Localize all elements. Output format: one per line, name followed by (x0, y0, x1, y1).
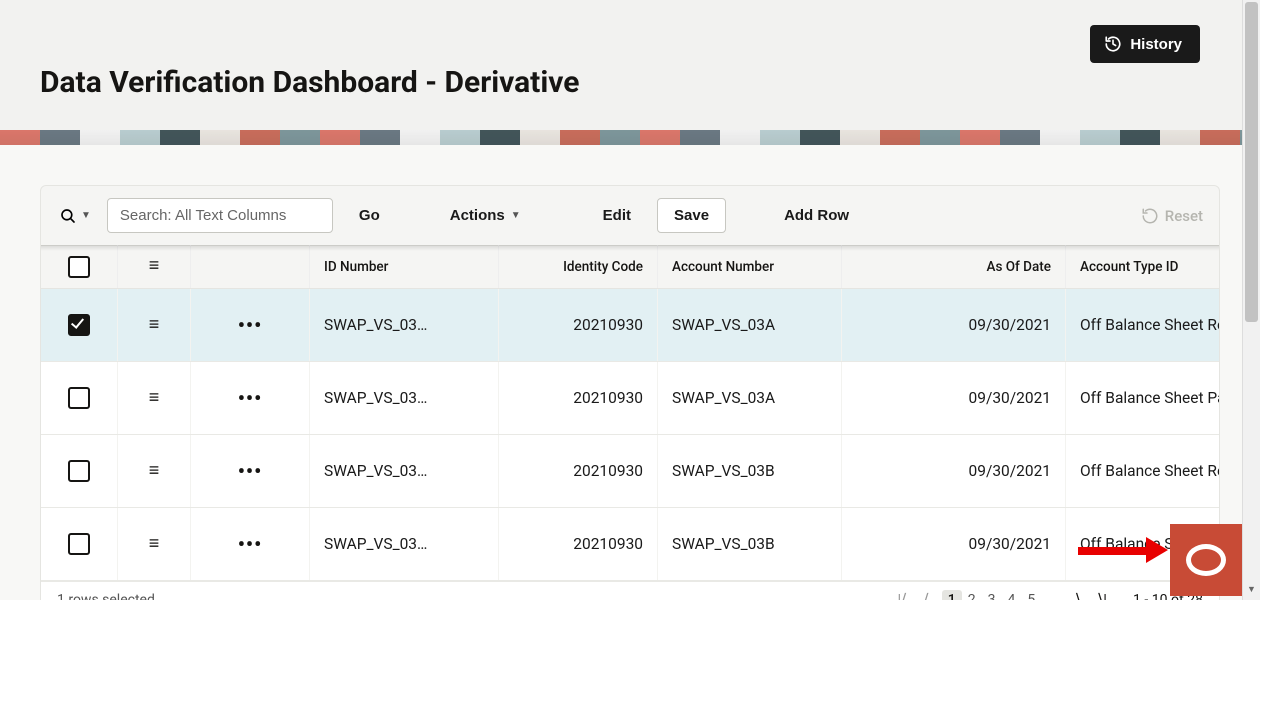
cell-as-of-date: 09/30/2021 (842, 435, 1066, 508)
row-checkbox[interactable] (68, 460, 90, 482)
toolbar: ▼ Go Actions ▼ Edit Save Add Row Reset (41, 186, 1219, 245)
cell-id-number: SWAP_VS_03… (310, 508, 499, 581)
table-row[interactable]: ••• SWAP_VS_03…20210930SWAP_VS_03A09/30/2… (41, 289, 1220, 362)
row-checkbox[interactable] (68, 314, 90, 336)
pager-first[interactable]: |⟨ (893, 590, 911, 600)
cell-account-type: Off Balance Sheet Payable (1066, 362, 1221, 435)
table-row[interactable]: ••• SWAP_VS_03…20210930SWAP_VS_03B09/30/2… (41, 435, 1220, 508)
page-header: History Data Verification Dashboard - De… (0, 0, 1260, 130)
save-button[interactable]: Save (657, 198, 726, 233)
row-checkbox[interactable] (68, 387, 90, 409)
scrollbar-thumb[interactable] (1245, 2, 1258, 322)
add-row-button[interactable]: Add Row (772, 199, 861, 232)
caret-down-icon: ▼ (81, 210, 91, 221)
cell-identity-code: 20210930 (499, 508, 658, 581)
reset-icon (1141, 207, 1159, 225)
cell-account-type: Off Balance Sheet Receivables (1066, 289, 1221, 362)
row-actions-menu[interactable]: ••• (238, 313, 263, 337)
col-account-type[interactable]: Account Type ID (1066, 246, 1221, 289)
pager-page[interactable]: 4 (1002, 590, 1022, 601)
cell-id-number: SWAP_VS_03… (310, 435, 499, 508)
pager-last[interactable]: ⟩| (1093, 590, 1111, 600)
history-icon (1104, 35, 1122, 53)
col-identity-code[interactable]: Identity Code (499, 246, 658, 289)
cell-identity-code: 20210930 (499, 362, 658, 435)
row-actions-menu[interactable]: ••• (238, 459, 263, 483)
oracle-help-button[interactable] (1170, 524, 1242, 596)
selection-status: 1 rows selected (57, 592, 155, 601)
cell-account-number: SWAP_VS_03B (658, 435, 842, 508)
reorder-handle-icon[interactable] (146, 319, 162, 331)
pager: |⟨ ⟨ 12345… ⟩ ⟩| 1 - 10 of 28 (893, 590, 1203, 600)
cell-as-of-date: 09/30/2021 (842, 289, 1066, 362)
cell-account-number: SWAP_VS_03A (658, 362, 842, 435)
col-id-number[interactable]: ID Number (310, 246, 499, 289)
table-row[interactable]: ••• SWAP_VS_03…20210930SWAP_VS_03B09/30/2… (41, 508, 1220, 581)
go-button[interactable]: Go (347, 199, 392, 232)
cell-identity-code: 20210930 (499, 289, 658, 362)
cell-account-number: SWAP_VS_03B (658, 508, 842, 581)
pager-page[interactable]: 5 (1021, 590, 1041, 601)
actions-label: Actions (450, 207, 505, 224)
reset-label: Reset (1165, 207, 1203, 225)
oracle-logo-icon (1186, 544, 1226, 576)
vertical-scrollbar[interactable]: ▼ (1242, 0, 1260, 600)
search-icon (59, 207, 77, 225)
cell-as-of-date: 09/30/2021 (842, 362, 1066, 435)
col-account-number[interactable]: Account Number (658, 246, 842, 289)
cell-as-of-date: 09/30/2021 (842, 508, 1066, 581)
scroll-down-icon[interactable]: ▼ (1243, 584, 1260, 600)
caret-down-icon: ▼ (511, 210, 521, 221)
search-menu[interactable]: ▼ (57, 203, 93, 229)
row-actions-menu[interactable]: ••• (238, 532, 263, 556)
data-grid: ID Number Identity Code Account Number A… (41, 245, 1220, 581)
edit-button[interactable]: Edit (591, 199, 643, 232)
cell-id-number: SWAP_VS_03… (310, 362, 499, 435)
checkbox-all[interactable] (68, 256, 90, 278)
pager-ellipsis: … (1041, 590, 1062, 601)
col-as-of-date[interactable]: As Of Date (842, 246, 1066, 289)
cell-id-number: SWAP_VS_03… (310, 289, 499, 362)
row-checkbox[interactable] (68, 533, 90, 555)
reorder-handle-icon[interactable] (146, 392, 162, 404)
cell-identity-code: 20210930 (499, 435, 658, 508)
cell-account-number: SWAP_VS_03A (658, 289, 842, 362)
pager-page[interactable]: 1 (942, 590, 962, 601)
reset-button: Reset (1141, 207, 1203, 225)
pager-page[interactable]: 2 (962, 590, 982, 601)
history-button[interactable]: History (1090, 25, 1200, 63)
actions-button[interactable]: Actions ▼ (438, 199, 533, 232)
grid-footer: 1 rows selected |⟨ ⟨ 12345… ⟩ ⟩| 1 - 10 … (41, 581, 1219, 600)
decorative-bar (0, 130, 1260, 145)
page-title: Data Verification Dashboard - Derivative (40, 65, 1220, 100)
row-actions-menu[interactable]: ••• (238, 386, 263, 410)
pager-prev[interactable]: ⟨ (920, 590, 934, 600)
history-label: History (1130, 36, 1182, 53)
table-row[interactable]: ••• SWAP_VS_03…20210930SWAP_VS_03A09/30/2… (41, 362, 1220, 435)
pager-next[interactable]: ⟩ (1071, 590, 1085, 600)
grid-panel: ▼ Go Actions ▼ Edit Save Add Row Reset (40, 185, 1220, 600)
cell-account-type: Off Balance Sheet Receivables (1066, 435, 1221, 508)
pager-page[interactable]: 3 (982, 590, 1002, 601)
reorder-handle-icon[interactable] (146, 538, 162, 550)
reorder-handle-icon (146, 260, 162, 272)
search-input[interactable] (107, 198, 333, 233)
reorder-handle-icon[interactable] (146, 465, 162, 477)
